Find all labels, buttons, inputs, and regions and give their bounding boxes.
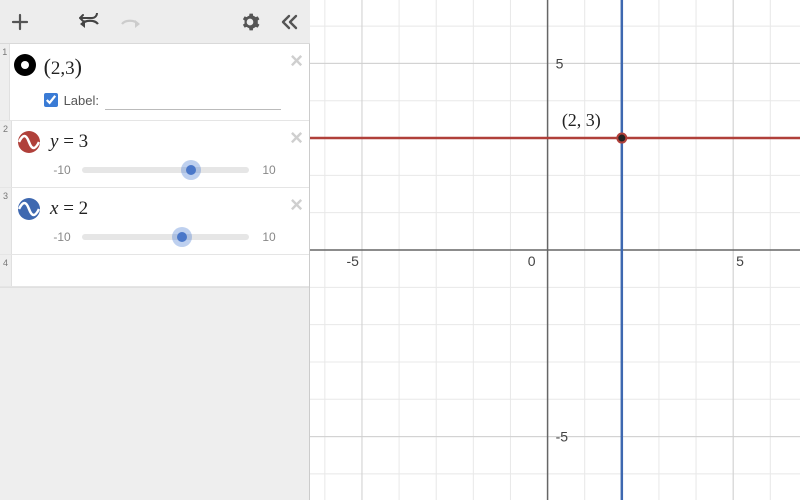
panel-empty-area xyxy=(0,287,309,500)
plus-icon xyxy=(11,13,29,31)
expression-row-2[interactable]: 2 × y = 3 -10 10 xyxy=(0,121,309,188)
settings-button[interactable] xyxy=(230,0,270,44)
slider-track[interactable] xyxy=(82,167,249,173)
svg-text:5: 5 xyxy=(556,55,564,71)
label-caption: Label: xyxy=(64,93,99,108)
slider-min[interactable]: -10 xyxy=(50,230,74,244)
slider-track[interactable] xyxy=(82,234,249,240)
delete-row-button[interactable]: × xyxy=(290,127,303,149)
slider-max[interactable]: 10 xyxy=(257,163,281,177)
svg-text:0: 0 xyxy=(528,253,536,269)
expression-panel: 1 × (2,3) Label: 2 xyxy=(0,0,310,500)
graph-grid: -5 5 5 -5 0 xyxy=(310,0,800,500)
point-icon[interactable] xyxy=(14,54,36,76)
expression-text[interactable]: y = 3 xyxy=(50,131,281,153)
slider[interactable]: -10 10 xyxy=(50,230,281,244)
expression-text[interactable]: x = 2 xyxy=(50,198,281,220)
point-label: (2, 3) xyxy=(562,110,601,131)
undo-button[interactable] xyxy=(70,0,110,44)
row-index: 1 xyxy=(0,44,10,120)
slider-max[interactable]: 10 xyxy=(257,230,281,244)
row-index: 4 xyxy=(0,255,12,286)
row-index: 3 xyxy=(0,188,12,254)
wave-icon[interactable] xyxy=(18,131,40,153)
expression-text[interactable]: (2,3) xyxy=(44,54,281,80)
svg-text:-5: -5 xyxy=(556,429,569,445)
chevron-double-left-icon xyxy=(280,12,300,32)
expression-row-4[interactable]: 4 xyxy=(0,255,309,287)
svg-text:-5: -5 xyxy=(347,253,360,269)
add-button[interactable] xyxy=(0,0,40,44)
slider-thumb[interactable] xyxy=(186,165,196,175)
label-input[interactable] xyxy=(105,90,281,110)
slider[interactable]: -10 10 xyxy=(50,163,281,177)
delete-row-button[interactable]: × xyxy=(290,194,303,216)
svg-text:5: 5 xyxy=(736,253,744,269)
wave-icon[interactable] xyxy=(18,198,40,220)
gear-icon xyxy=(240,12,260,32)
label-checkbox[interactable] xyxy=(44,93,58,107)
redo-icon xyxy=(119,13,141,31)
expression-row-3[interactable]: 3 × x = 2 -10 10 xyxy=(0,188,309,255)
toolbar xyxy=(0,0,310,44)
slider-min[interactable]: -10 xyxy=(50,163,74,177)
collapse-button[interactable] xyxy=(270,0,310,44)
slider-thumb[interactable] xyxy=(177,232,187,242)
delete-row-button[interactable]: × xyxy=(290,50,303,72)
row-index: 2 xyxy=(0,121,12,187)
expression-row-1[interactable]: 1 × (2,3) Label: xyxy=(0,44,309,121)
graph-area[interactable]: -5 5 5 -5 0 (2, 3) xyxy=(310,0,800,500)
redo-button[interactable] xyxy=(110,0,150,44)
undo-icon xyxy=(79,13,101,31)
